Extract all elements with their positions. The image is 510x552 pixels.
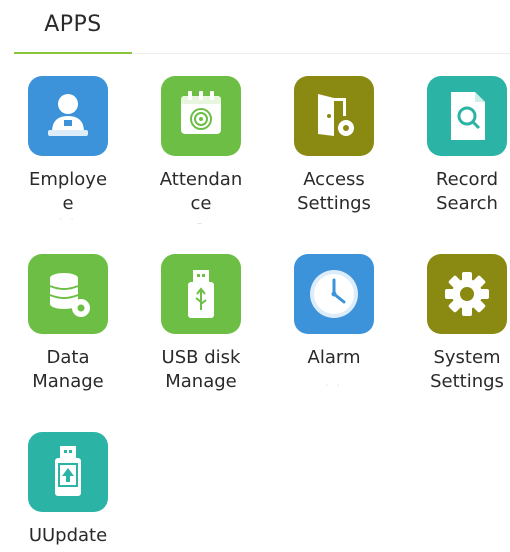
access-settings-icon: [294, 76, 374, 156]
active-tab-indicator: [14, 52, 132, 54]
apps-screen: APPS Employe e · · Attendan ce _ Access …: [0, 0, 510, 552]
app-label: USB disk Manage: [161, 347, 241, 392]
app-employee[interactable]: Employe e · ·: [13, 76, 123, 224]
tab-divider: [132, 53, 510, 54]
app-label: UUpdate: [28, 525, 108, 546]
app-access-settings[interactable]: Access Settings: [279, 76, 389, 216]
app-record-search[interactable]: Record Search: [412, 76, 510, 216]
tab-apps-label: APPS: [44, 12, 102, 37]
app-usb-disk-manage[interactable]: USB disk Manage: [146, 254, 256, 394]
faint-mark: · ·: [59, 215, 77, 224]
app-uupdate[interactable]: UUpdate: [13, 432, 123, 548]
app-label: Access Settings: [297, 169, 371, 214]
app-label: Record Search: [435, 169, 499, 214]
alarm-icon: [294, 254, 374, 334]
attendance-icon: [161, 76, 241, 156]
app-label: System Settings: [430, 347, 504, 392]
app-attendance[interactable]: Attendan ce _: [146, 76, 256, 224]
tab-strip: APPS: [0, 0, 510, 54]
uupdate-icon: [28, 432, 108, 512]
app-label: Employe e: [28, 169, 108, 214]
employee-icon: [28, 76, 108, 156]
app-label: Data Manage: [32, 347, 104, 392]
system-settings-icon: [427, 254, 507, 334]
app-label: Attendan ce: [159, 169, 243, 214]
tab-apps[interactable]: APPS: [14, 0, 132, 54]
app-data-manage[interactable]: Data Manage: [13, 254, 123, 394]
data-manage-icon: [28, 254, 108, 334]
usb-disk-icon: [161, 254, 241, 334]
faint-mark: _: [197, 215, 205, 224]
record-search-icon: [427, 76, 507, 156]
app-system-settings[interactable]: System Settings: [412, 254, 510, 394]
app-label: Alarm: [307, 347, 361, 368]
app-alarm[interactable]: Alarm · ·: [279, 254, 389, 390]
faint-mark: · ·: [325, 381, 343, 390]
